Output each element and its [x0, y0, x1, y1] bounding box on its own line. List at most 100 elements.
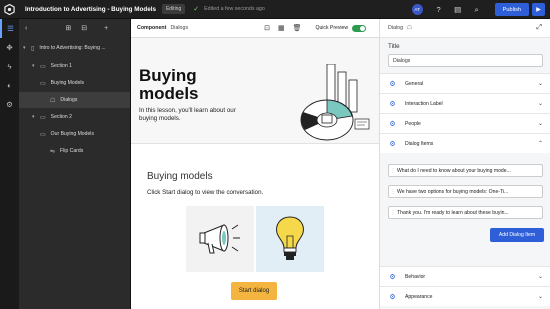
gear-icon: ⚙	[389, 100, 396, 108]
lightbulb-image	[256, 206, 324, 272]
interactions-bolt-icon[interactable]: ϟ	[0, 57, 19, 76]
chevron-up-icon: ⌃	[537, 141, 543, 147]
theme-palette-icon[interactable]: ◐	[0, 76, 19, 95]
insert-icon[interactable]: ⊡	[264, 24, 270, 32]
trash-icon[interactable]: 🗑	[293, 24, 302, 32]
section-icon: ▭	[40, 63, 46, 70]
tree-item-label: Buying Models	[50, 80, 85, 86]
tree-item-label: Section 1	[50, 63, 72, 69]
hero-banner: Buying models In this lesson, you'll lea…	[131, 38, 379, 144]
gear-icon: ⚙	[389, 80, 396, 88]
properties-header-label: Dialog	[388, 25, 404, 31]
component-toolbar: Component Dialogs ⊡ ▦ 🗑 Quick Preview	[131, 19, 379, 38]
gear-icon: ⚙	[389, 120, 396, 128]
component-value: Dialogs	[170, 25, 189, 31]
add-folder-icon[interactable]: ⊟	[81, 24, 87, 32]
accordion-people[interactable]: ⚙ People ⌄	[380, 113, 550, 133]
tree-item-our-buying-models[interactable]: ▭ Our Buying Models	[40, 126, 94, 142]
chevron-down-icon: ⌄	[537, 121, 543, 127]
accordion-label: Appearance	[405, 293, 433, 300]
add-dialog-item-button[interactable]: Add Dialog Item	[490, 228, 544, 242]
help-icon[interactable]: ?	[432, 5, 446, 14]
expand-icon[interactable]: ⤢	[536, 24, 542, 32]
dialog-item-text: We have two options for buying models: O…	[397, 188, 509, 195]
settings-gear-icon[interactable]: ⚙	[0, 95, 19, 114]
dialog-item-text: What do I need to know about your buying…	[397, 167, 511, 174]
accordion-label: People	[405, 120, 421, 127]
outline-list-icon[interactable]: ☰	[0, 19, 19, 38]
editor-canvas: Component Dialogs ⊡ ▦ 🗑 Quick Preview Bu…	[131, 19, 379, 309]
tree-item-label: Our Buying Models	[50, 131, 94, 137]
title-field-label: Title	[388, 43, 400, 50]
accordion-behavior[interactable]: ⚙ Behavior ⌄	[380, 266, 550, 286]
quick-preview-toggle[interactable]	[352, 24, 367, 32]
components-icon[interactable]: ✥	[0, 38, 19, 57]
page-icon: ▭	[40, 131, 46, 138]
content-instruction: Click Start dialog to view the conversat…	[147, 189, 264, 196]
dialog-item[interactable]: ⋮ Thank you. I'm ready to learn about th…	[388, 206, 543, 219]
accordion-dialog-items[interactable]: ⚙ Dialog Items ⌃	[380, 133, 550, 153]
gear-icon: ⚙	[389, 273, 396, 281]
properties-panel: Dialog ☖ ⤢ Title Dialogs ⚙ General ⌄ ⚙ I…	[379, 19, 550, 309]
search-icon[interactable]: ⌕	[470, 5, 484, 15]
start-dialog-button[interactable]: Start dialog	[231, 282, 277, 300]
add-plus-icon[interactable]: +	[104, 25, 108, 32]
quick-preview-label: Quick Preview	[315, 25, 349, 31]
tree-item-section-2[interactable]: ▾ ▭ Section 2	[32, 109, 72, 125]
page-icon: ▯	[31, 45, 35, 52]
accordion-label: Interaction Label	[405, 100, 443, 107]
page-icon: ▭	[40, 80, 46, 87]
accordion-general[interactable]: ⚙ General ⌄	[380, 73, 550, 93]
tree-item-flip-cards[interactable]: ⇋ Flip Cards	[50, 143, 83, 159]
drag-handle-icon[interactable]: ⋮	[389, 210, 397, 216]
add-page-icon[interactable]: ⊞	[65, 24, 71, 32]
app-logo-icon[interactable]	[0, 0, 19, 19]
hero-title: Buying models	[139, 66, 199, 103]
hero-illustration	[300, 64, 370, 141]
accordion-appearance[interactable]: ⚙ Appearance ⌄	[380, 286, 550, 306]
flip-cards-icon: ⇋	[50, 148, 56, 155]
outline-panel: ‹ ⊞ ⊟ + ▾ ▯ Intro to Advertising: Buying…	[19, 19, 131, 309]
dialog-item-text: Thank you. I'm ready to learn about thes…	[397, 209, 509, 216]
caret-down-icon[interactable]: ▾	[32, 114, 40, 120]
dialog-item[interactable]: ⋮ We have two options for buying models:…	[388, 185, 543, 198]
tree-item-dialogs[interactable]: ☖ Dialogs	[19, 92, 130, 108]
comments-icon[interactable]: ▤	[451, 5, 465, 14]
drag-handle-icon[interactable]: ⋮	[389, 168, 397, 174]
accordion-interaction-label[interactable]: ⚙ Interaction Label ⌄	[380, 93, 550, 113]
title-field[interactable]: Dialogs	[388, 54, 543, 67]
publish-button[interactable]: Publish	[494, 3, 529, 16]
mode-badge: Editing	[161, 4, 186, 14]
dialog-type-icon: ☖	[407, 25, 412, 31]
gear-icon: ⚙	[389, 293, 396, 301]
preview-play-button[interactable]: ▶	[532, 3, 545, 16]
caret-down-icon[interactable]: ▾	[32, 63, 40, 69]
accordion-label: Dialog Items	[405, 140, 434, 147]
dialog-icon: ☖	[50, 97, 56, 104]
tree-item-section-1[interactable]: ▾ ▭ Section 1	[32, 58, 72, 74]
tree-item-label: Flip Cards	[60, 148, 84, 154]
accordion-label: General	[405, 80, 424, 87]
tree-item-course[interactable]: ▾ ▯ Intro to Advertising: Buying ...	[23, 40, 129, 56]
drag-handle-icon[interactable]: ⋮	[389, 189, 397, 195]
caret-down-icon[interactable]: ▾	[23, 45, 31, 51]
chevron-down-icon: ⌄	[537, 101, 543, 107]
check-circle-icon: ✓	[193, 6, 200, 13]
back-chevron-icon[interactable]: ‹	[25, 25, 27, 32]
settings-icon[interactable]: ▦	[278, 24, 285, 32]
outline-toolbar: ‹ ⊞ ⊟ +	[19, 19, 130, 37]
left-rail: ☰ ✥ ϟ ◐ ⚙	[0, 19, 19, 309]
accordion-label: Behavior	[405, 273, 426, 280]
hero-subtitle: In this lesson, you'll learn about our b…	[139, 107, 236, 122]
tree-item-label: Dialogs	[60, 97, 78, 103]
dialog-item[interactable]: ⋮ What do I need to know about your buyi…	[388, 164, 543, 177]
megaphone-image	[186, 206, 254, 272]
content-title: Buying models	[147, 171, 213, 182]
tree-item-buying-models[interactable]: ▭ Buying Models	[40, 75, 84, 91]
section-icon: ▭	[40, 114, 46, 121]
save-status: Edited a few seconds ago	[204, 6, 265, 12]
chevron-down-icon: ⌄	[537, 294, 543, 300]
component-label: Component	[137, 25, 167, 31]
avatar[interactable]: AT	[411, 4, 423, 15]
tree-item-label: Intro to Advertising: Buying ...	[39, 45, 106, 51]
